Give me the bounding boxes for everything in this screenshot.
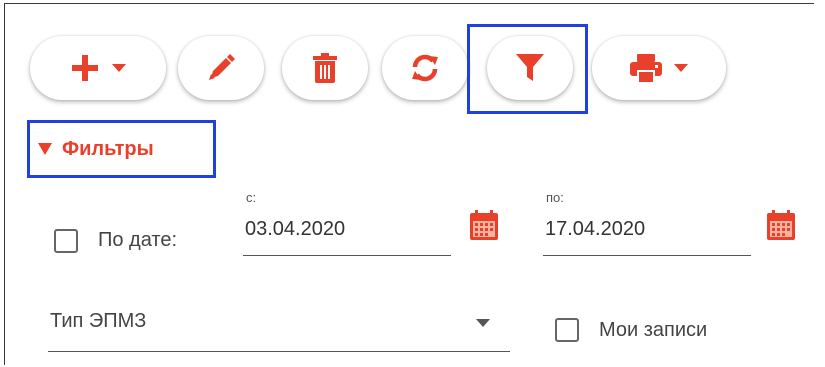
by-date-label: По дате: [98, 229, 178, 251]
print-icon [630, 54, 662, 82]
date-to-value: 17.04.2020 [545, 218, 646, 240]
print-button[interactable] [592, 36, 726, 100]
add-button[interactable] [30, 36, 166, 100]
date-from-input[interactable]: 03.04.2020 [243, 216, 451, 256]
type-epmz-value: Тип ЭПМЗ [50, 310, 147, 332]
filter-button-highlight [467, 24, 588, 114]
chevron-down-icon [674, 64, 688, 72]
trash-icon [313, 53, 337, 83]
calendar-icon[interactable] [767, 210, 795, 240]
triangle-down-icon [38, 143, 52, 155]
date-to-input[interactable]: 17.04.2020 [543, 216, 751, 256]
pencil-icon [209, 54, 235, 80]
date-to-label: по: [546, 190, 564, 205]
my-records-checkbox[interactable] [555, 318, 579, 342]
filters-toggle-label: Фильтры [62, 137, 154, 160]
calendar-icon[interactable] [470, 210, 498, 240]
type-epmz-select[interactable]: Тип ЭПМЗ [48, 300, 510, 352]
my-records-label: Мои записи [599, 319, 708, 341]
refresh-button[interactable] [382, 36, 468, 100]
date-from-label: с: [246, 190, 257, 205]
chevron-down-icon [112, 64, 126, 72]
delete-button[interactable] [282, 36, 368, 100]
refresh-icon [412, 54, 438, 82]
filters-toggle[interactable]: Фильтры [27, 120, 216, 178]
plus-icon [72, 55, 98, 81]
edit-button[interactable] [178, 36, 264, 100]
chevron-down-icon [476, 319, 490, 327]
date-from-value: 03.04.2020 [245, 218, 346, 240]
by-date-checkbox[interactable] [54, 229, 78, 253]
